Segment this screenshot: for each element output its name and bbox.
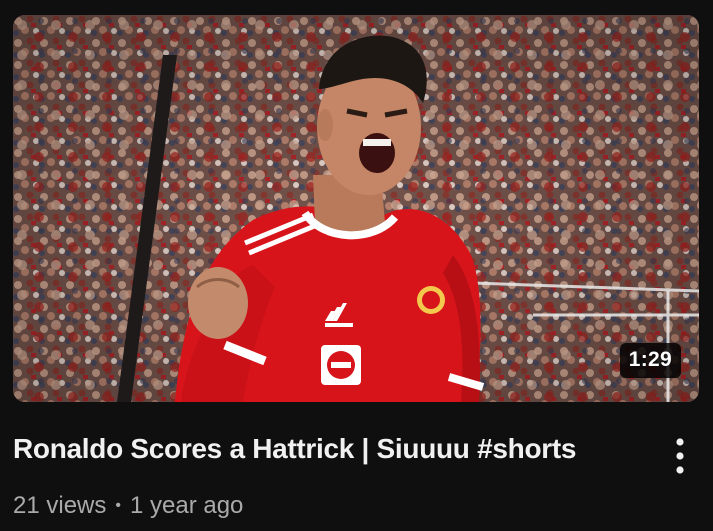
video-thumbnail[interactable]: 1:29 xyxy=(13,15,699,402)
video-card[interactable]: 1:29 Ronaldo Scores a Hattrick | Siuuuu … xyxy=(0,0,713,531)
video-title[interactable]: Ronaldo Scores a Hattrick | Siuuuu #shor… xyxy=(13,433,643,465)
view-count: 21 views xyxy=(13,492,107,519)
thumbnail-image xyxy=(13,15,699,402)
video-duration-badge: 1:29 xyxy=(619,343,681,378)
upload-age: 1 year ago xyxy=(129,492,244,519)
more-options-button[interactable] xyxy=(662,432,698,480)
video-metadata: 21 views • 1 year ago xyxy=(13,492,243,520)
meta-separator: • xyxy=(115,497,121,514)
more-vertical-icon xyxy=(676,438,684,474)
